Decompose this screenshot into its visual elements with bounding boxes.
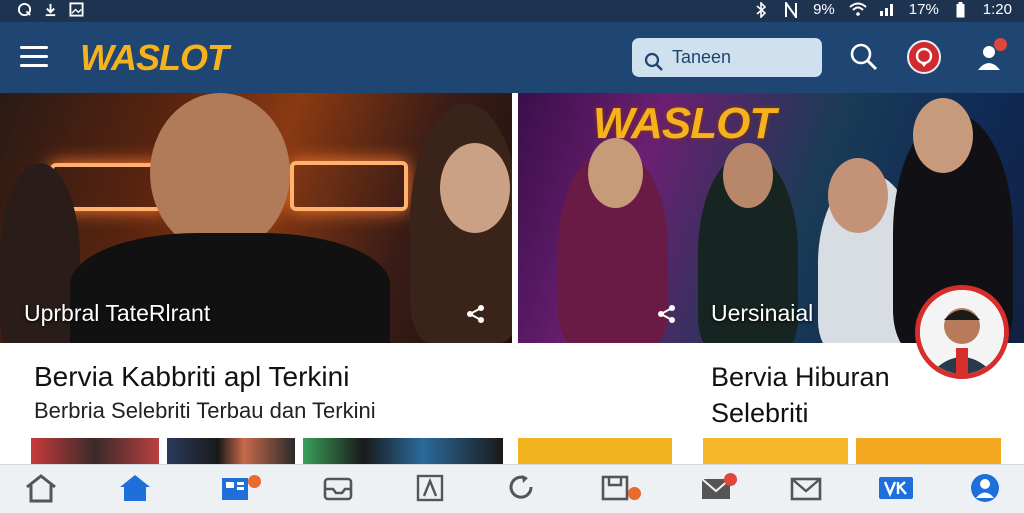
profile-icon[interactable] [968, 473, 1012, 513]
thumbnail-card[interactable] [31, 438, 159, 466]
female-singer-face [440, 143, 510, 233]
mute-icon [783, 0, 799, 20]
mail-badge [724, 473, 737, 486]
status-right: 9% 17% 1:20 [753, 0, 1012, 20]
main-headline[interactable]: Bervia Kabbriti apl Terkini [34, 361, 349, 393]
female-performer-face [588, 138, 643, 208]
inbox-icon[interactable] [322, 473, 366, 513]
news-badge [248, 475, 261, 488]
signal-text: 9% [813, 1, 835, 18]
search-field-icon [644, 47, 664, 86]
search-input[interactable]: Taneen [632, 38, 822, 77]
hero-right-caption: Uersinaial [711, 300, 814, 326]
battery-text: 17% [908, 1, 939, 18]
thumbnail-card[interactable] [856, 438, 1001, 466]
hamburger-menu-icon[interactable] [20, 46, 48, 68]
envelope-icon[interactable] [790, 473, 834, 513]
cell-signal-icon [879, 2, 895, 18]
bluetooth-icon [753, 0, 769, 19]
search-placeholder: Taneen [672, 47, 732, 67]
chat-icon[interactable] [907, 40, 941, 74]
wifi-icon [849, 2, 867, 18]
news-icon[interactable] [220, 473, 264, 513]
performer-face [828, 158, 888, 233]
home-icon[interactable] [24, 473, 68, 513]
performer-face [913, 98, 973, 173]
folder-icon[interactable] [600, 473, 644, 513]
hero-left-caption: Uprbral TateRlrant [24, 300, 211, 326]
app-logo[interactable]: WASLOT [80, 37, 229, 79]
home-active-icon[interactable] [118, 473, 162, 513]
status-bar: 9% 17% 1:20 [0, 0, 1024, 22]
share-icon[interactable] [656, 303, 678, 325]
text-icon[interactable] [415, 473, 459, 513]
q-icon [16, 2, 32, 18]
battery-icon [953, 1, 969, 18]
thumbnail-card[interactable] [303, 438, 503, 466]
hero-card-left[interactable]: Uprbral TateRlrant [0, 93, 512, 343]
male-performer-face [723, 143, 773, 208]
notification-badge [994, 38, 1007, 51]
bottom-nav [0, 464, 1024, 513]
main-subheadline: Berbria Selebriti Terbau dan Terkini [34, 398, 376, 423]
clock: 1:20 [982, 1, 1012, 18]
singer-face [150, 93, 290, 253]
image-icon [68, 2, 84, 18]
mail-icon[interactable] [700, 473, 744, 513]
thumbnail-card[interactable] [703, 438, 848, 466]
thumbnail-card[interactable] [518, 438, 672, 466]
status-left-icons [16, 2, 84, 18]
neon-sign [290, 161, 408, 211]
thumbnail-card[interactable] [167, 438, 295, 466]
notification-user-icon[interactable] [974, 38, 1007, 74]
search-icon[interactable] [848, 41, 880, 73]
vk-icon[interactable] [878, 473, 922, 513]
refresh-icon[interactable] [505, 473, 549, 513]
share-icon[interactable] [465, 303, 487, 325]
folder-badge [628, 487, 641, 500]
right-headline[interactable]: Bervia Hiburan Selebriti [711, 359, 911, 431]
app-header: WASLOT Taneen [0, 22, 1024, 93]
floating-avatar[interactable] [915, 285, 1009, 379]
download-icon [42, 2, 58, 18]
